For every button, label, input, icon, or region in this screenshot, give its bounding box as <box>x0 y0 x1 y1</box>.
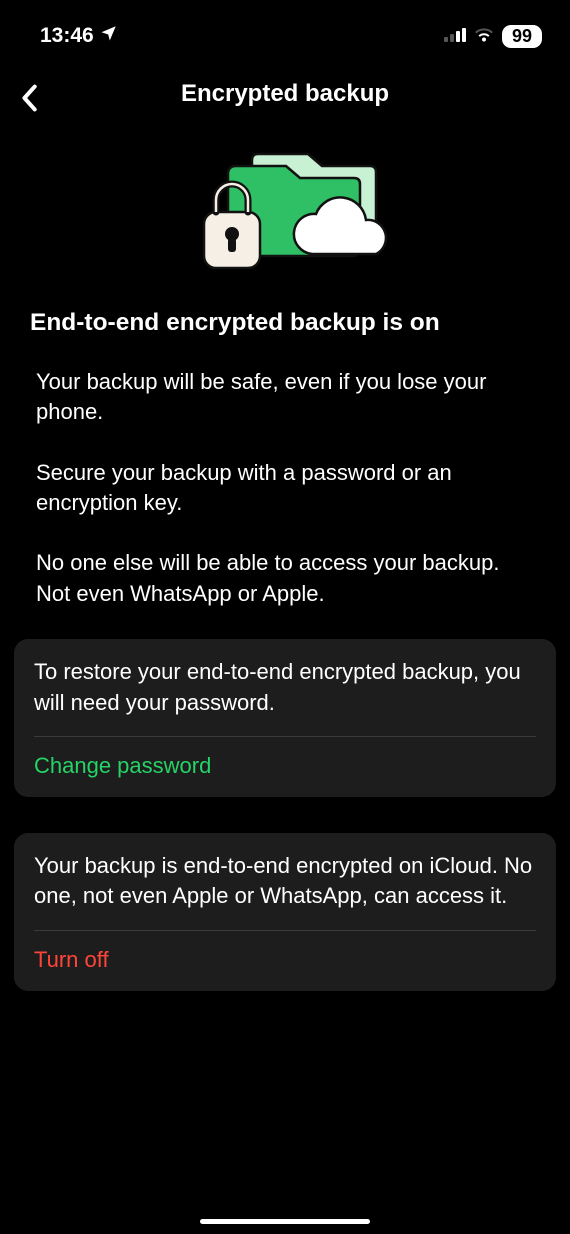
main-content: End-to-end encrypted backup is on Your b… <box>0 299 570 609</box>
location-arrow-icon <box>100 24 118 48</box>
back-button[interactable] <box>14 80 44 116</box>
home-indicator[interactable] <box>200 1219 370 1224</box>
page-title: Encrypted backup <box>16 80 554 108</box>
icloud-card-text: Your backup is end-to-end encrypted on i… <box>14 833 556 930</box>
cellular-signal-icon <box>444 24 466 48</box>
description-paragraph-3: No one else will be able to access your … <box>28 548 542 609</box>
status-bar-left: 13:46 <box>40 24 118 48</box>
password-card-text: To restore your end-to-end encrypted bac… <box>14 639 556 736</box>
icloud-card: Your backup is end-to-end encrypted on i… <box>14 833 556 991</box>
main-heading: End-to-end encrypted backup is on <box>28 309 542 337</box>
page-header: Encrypted backup <box>0 56 570 118</box>
password-card: To restore your end-to-end encrypted bac… <box>14 639 556 797</box>
description-paragraph-2: Secure your backup with a password or an… <box>28 458 542 519</box>
status-bar: 13:46 99 <box>0 0 570 56</box>
wifi-icon <box>474 24 494 48</box>
encrypted-backup-illustration <box>0 118 570 299</box>
status-bar-right: 99 <box>444 24 542 48</box>
turn-off-button[interactable]: Turn off <box>14 931 556 991</box>
change-password-button[interactable]: Change password <box>14 737 556 797</box>
description-paragraph-1: Your backup will be safe, even if you lo… <box>28 367 542 428</box>
battery-level: 99 <box>502 25 542 48</box>
status-time: 13:46 <box>40 24 94 48</box>
